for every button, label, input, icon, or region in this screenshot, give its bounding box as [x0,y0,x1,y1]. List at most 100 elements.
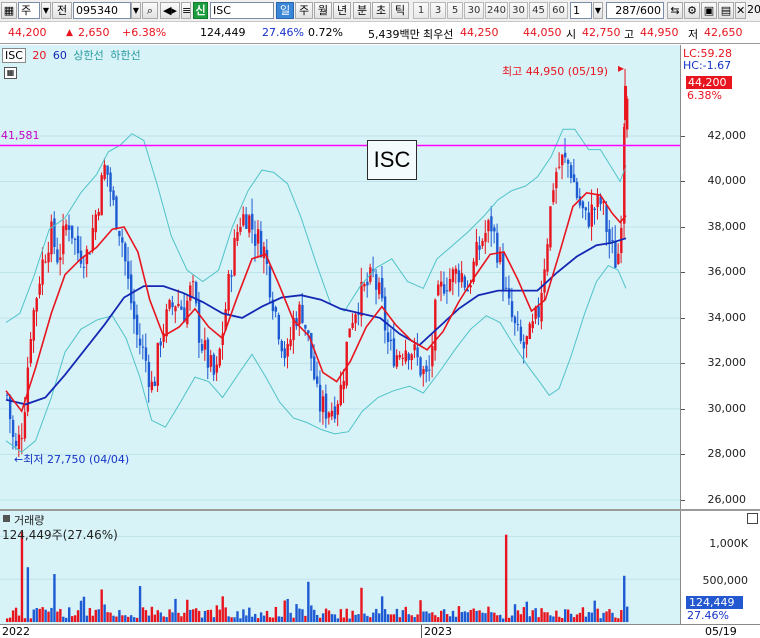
interval-45[interactable]: 45 [529,2,548,19]
period-week[interactable]: 주 [295,2,313,19]
page-count-field[interactable]: 287/600 [606,2,664,19]
best-bid-label: 최우선 [423,28,454,41]
period-year[interactable]: 년 [333,2,351,19]
candle-body [248,215,251,233]
volume-bar [268,617,272,622]
collapse-icon[interactable] [3,515,10,522]
volume-bar [292,617,295,622]
legend-stock-name: ISC [2,48,26,63]
interval-5[interactable]: 5 [447,2,463,19]
candle-body [389,339,393,342]
period-month[interactable]: 월 [314,2,332,19]
y-tick-label: 38,000 [707,219,747,233]
interval-1[interactable]: 1 [413,2,429,19]
save-icon[interactable]: ▣ [701,2,717,19]
y-tick-label: 30,000 [707,401,747,415]
volume-bar [298,608,301,622]
volume-bar [572,617,576,622]
price-chart-pane[interactable]: ISC 20 60 상한선 하한선 ▦ ISC 41,581 최고 44,950… [0,45,680,509]
list-icon[interactable]: ≡ [181,2,191,19]
candle-body [233,237,236,276]
interval-30b[interactable]: 30 [509,2,528,19]
candle-body [360,281,363,317]
date-axis: 2022 2023 05/19 [0,624,760,638]
volume-bar [141,607,145,622]
volume-bar [472,608,475,622]
volume-bar [256,618,260,622]
volume-bar [192,609,195,622]
open-price: 42,750 [582,26,621,39]
candle-body [189,285,192,301]
unit-dropdown-icon[interactable]: ▼ [593,2,603,19]
candle-body [14,440,18,447]
sound-icon[interactable]: ◀▸ [160,2,180,19]
compare-icon[interactable]: ⇆ [667,2,683,19]
volume-bar [425,611,428,622]
search-icon[interactable]: ⌕ [142,2,158,19]
period-minute[interactable]: 분 [353,2,371,19]
close-icon[interactable]: ✕ [735,2,746,19]
code-input[interactable]: 095340 [73,2,131,19]
settings-icon[interactable]: ⚙ [684,2,700,19]
volume-bar [274,606,278,622]
candle-body [141,346,145,348]
stock-name-field[interactable]: ISC [210,2,274,19]
candle-body [254,234,257,246]
candle-body [487,220,490,232]
period-day[interactable]: 일 [276,2,294,19]
volume-bar [345,608,348,622]
volume-bar [611,612,614,622]
volume-bar [513,604,517,622]
grid-menu-icon[interactable]: ▦ [1,2,17,19]
volume-settings-icon[interactable] [747,513,758,524]
date-label-2022: 2022 [2,625,30,638]
volume-bar [445,614,449,622]
volume-bar [271,617,275,622]
candle-body [321,396,325,413]
candle-body [584,207,588,211]
period-second[interactable]: 초 [372,2,390,19]
candle-body [546,244,549,272]
table-toggle-icon[interactable]: ▦ [4,67,17,79]
period-tick[interactable]: 틱 [391,2,409,19]
candle-body [448,278,452,291]
code-dropdown-icon[interactable]: ▼ [131,2,141,19]
chevron-down-icon[interactable]: ▼ [41,2,51,19]
volume-badge-percent: 27.46% [687,609,729,622]
volume-bar [363,613,366,622]
volume-bar [168,609,171,622]
volume-bar [504,534,508,622]
volume-bar [215,605,219,622]
candle-body [419,357,422,376]
interval-60[interactable]: 60 [549,2,568,19]
print-icon[interactable]: ▤ [718,2,734,19]
candle-body [540,292,543,322]
unit-input[interactable]: 1 [570,2,592,19]
volume-bar [360,587,363,622]
volume-bar [144,610,148,622]
volume-bar [327,610,331,622]
volume-bar [189,609,192,622]
candle-body [277,314,281,340]
date-label-2023: 2023 [424,625,452,638]
y-tick-mark [681,499,685,501]
volume-bar [623,575,626,622]
volume-bar [221,596,224,622]
legend-ma20: 20 [32,49,47,62]
candle-body [543,269,546,293]
volume-bar [236,611,239,622]
interval-3[interactable]: 3 [430,2,446,19]
candle-body [333,406,337,419]
market-select[interactable]: 주 [18,2,40,19]
candle-body [135,314,139,335]
prev-button[interactable]: 전 [52,2,72,19]
candle-body [316,376,319,384]
interval-240[interactable]: 240 [485,2,508,19]
volume-bar [605,611,608,622]
volume-bar [97,609,100,622]
volume-chart-pane[interactable]: 거래량 124,449주(27.46%) [0,511,680,624]
volume-bar [310,605,313,622]
interval-30[interactable]: 30 [464,2,484,19]
volume-bar [17,615,21,622]
candle-body [531,321,534,329]
